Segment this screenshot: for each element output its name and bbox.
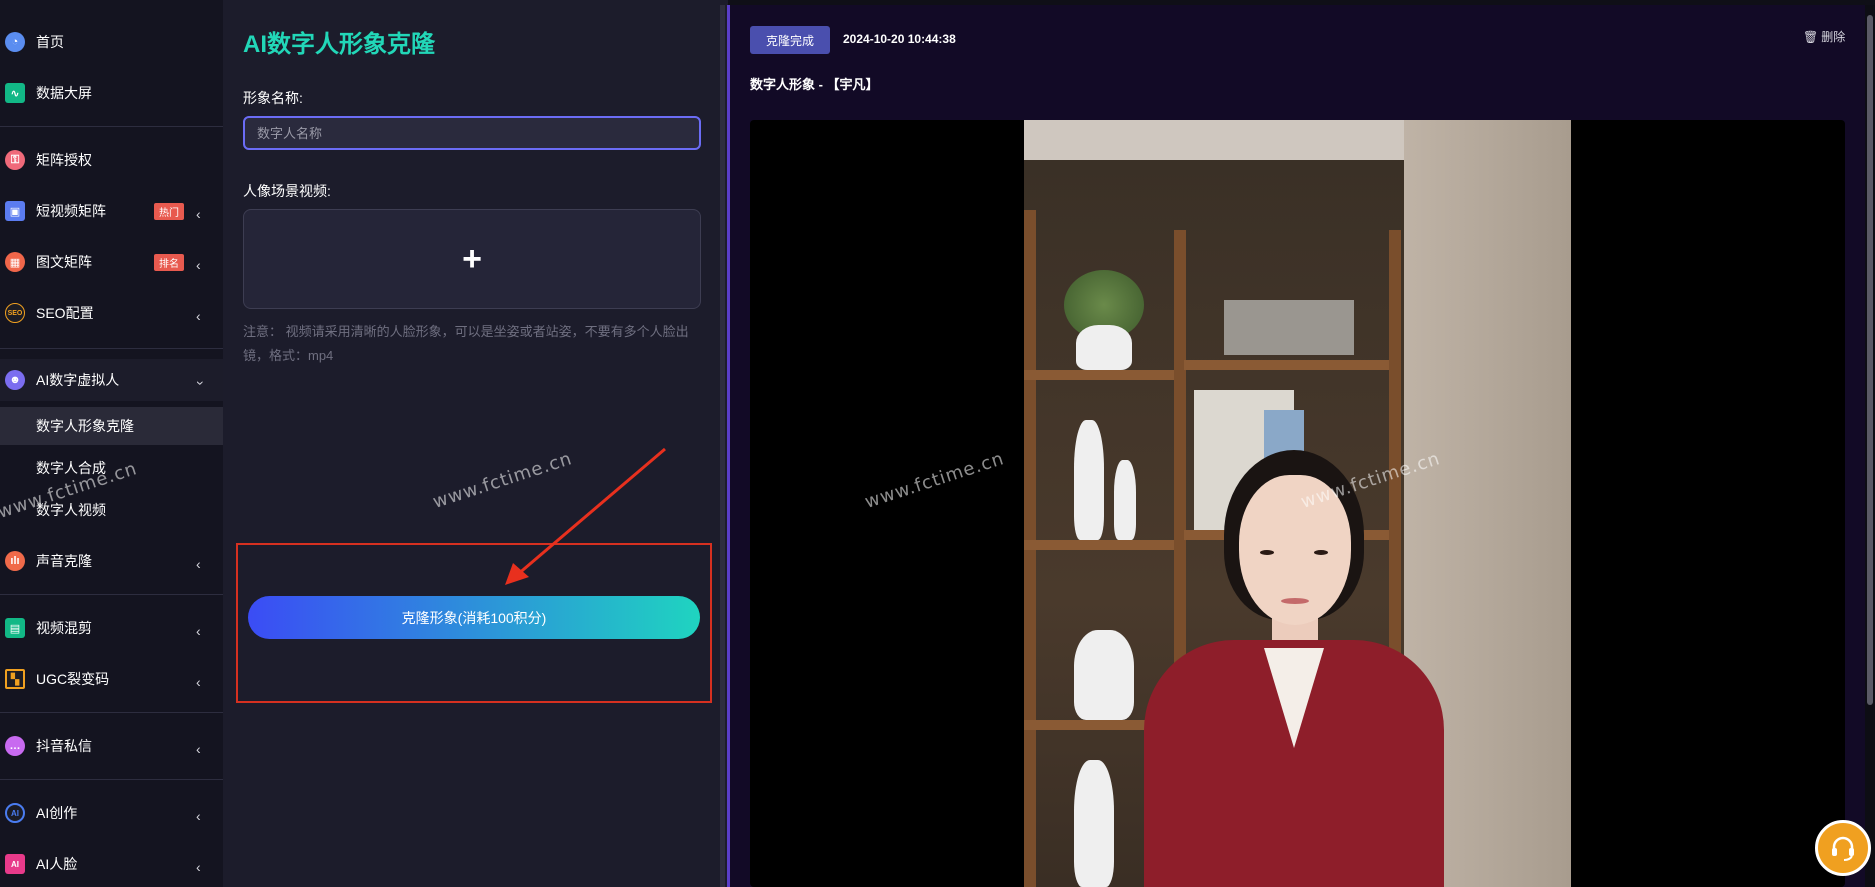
ai-face-icon: AI (5, 854, 25, 874)
sidebar-divider (0, 779, 223, 780)
sidebar-item-label: AI创作 (36, 805, 78, 821)
sidebar-item-label: AI人脸 (36, 856, 78, 872)
delete-label: 删除 (1821, 30, 1846, 44)
sidebar-subitem-avatar-synthesis[interactable]: 数字人合成 (0, 449, 223, 487)
sidebar-item-label: 短视频矩阵 (36, 203, 106, 219)
sidebar-subitem-label: 数字人形象克隆 (36, 418, 134, 434)
line-chart-icon: ∿ (5, 83, 25, 103)
delete-button[interactable]: 🗑 删除 (1803, 28, 1845, 45)
clone-avatar-button[interactable]: 克隆形象(消耗100积分) (248, 596, 700, 639)
sidebar-item-label: 首页 (36, 34, 64, 50)
sidebar-subitem-avatar-clone[interactable]: 数字人形象克隆 (0, 407, 223, 445)
headset-icon (1832, 836, 1854, 861)
sidebar-item-label: AI数字虚拟人 (36, 372, 120, 388)
sidebar-item-ai-face[interactable]: AI AI人脸 ‹ (0, 843, 223, 885)
upload-note: 注意： 视频请采用清晰的人脸形象，可以是坐姿或者站姿，不要有多个人脸出镜，格式：… (243, 324, 689, 363)
sidebar-item-label: 数据大屏 (36, 85, 92, 101)
sidebar-item-video-mix[interactable]: ▤ 视频混剪 ‹ (0, 607, 223, 649)
status-button[interactable]: 克隆完成 (750, 26, 830, 54)
page-scrollbar[interactable] (1865, 5, 1875, 887)
message-icon: … (5, 736, 25, 756)
sidebar-divider (0, 594, 223, 595)
scrollbar-thumb[interactable] (1867, 15, 1873, 705)
sidebar-subitem-label: 数字人视频 (36, 502, 106, 518)
sidebar-item-data-screen[interactable]: ∿ 数据大屏 (0, 72, 223, 114)
sidebar-item-label: UGC裂变码 (36, 671, 110, 687)
plus-icon: + (462, 239, 482, 278)
video-upload-box[interactable]: + (243, 209, 701, 309)
clone-timestamp: 2024-10-20 10:44:38 (843, 32, 956, 46)
qr-code-icon: ▚ (5, 669, 25, 689)
sidebar-item-ugc-code[interactable]: ▚ UGC裂变码 ‹ (0, 658, 223, 700)
avatar-users-icon: ☻ (5, 370, 25, 390)
image-text-icon: ▦ (5, 252, 25, 272)
chevron-left-icon: ‹ (196, 674, 201, 690)
chevron-left-icon: ‹ (196, 556, 201, 572)
chevron-left-icon: ‹ (196, 308, 201, 324)
form-scrollbar[interactable] (720, 5, 725, 887)
clapper-icon: ▤ (5, 618, 25, 638)
ai-create-icon: AI (5, 803, 25, 823)
trash-icon: 🗑 (1803, 29, 1819, 44)
sidebar-item-douyin-message[interactable]: … 抖音私信 ‹ (0, 725, 223, 767)
chevron-left-icon: ‹ (196, 257, 201, 273)
avatar-title: 数字人形象 - 【宇凡】 (750, 77, 879, 92)
seo-icon: SEO (5, 303, 25, 323)
sidebar: ◔ 首页 ∿ 数据大屏 ⚿ 矩阵授权 ▣ 短视频矩阵 热门 ‹ ▦ 图文矩阵 排… (0, 0, 223, 887)
chevron-down-icon: ‹ (190, 380, 207, 386)
sidebar-item-short-video-matrix[interactable]: ▣ 短视频矩阵 热门 ‹ (0, 190, 223, 232)
sidebar-item-label: 声音克隆 (36, 553, 92, 569)
avatar-video-player[interactable] (750, 120, 1845, 887)
chevron-left-icon: ‹ (196, 623, 201, 639)
sidebar-divider (0, 348, 223, 349)
authorize-icon: ⚿ (5, 150, 25, 170)
chevron-left-icon: ‹ (196, 206, 201, 222)
sidebar-item-ai-virtual-human[interactable]: ☻ AI数字虚拟人 ‹ (0, 359, 223, 401)
sidebar-subitem-label: 数字人合成 (36, 460, 106, 476)
sidebar-item-home[interactable]: ◔ 首页 (0, 21, 223, 63)
sidebar-subitem-avatar-video[interactable]: 数字人视频 (0, 491, 223, 529)
sidebar-item-voice-clone[interactable]: ılı 声音克隆 ‹ (0, 540, 223, 582)
sidebar-divider (0, 126, 223, 127)
sidebar-item-label: SEO配置 (36, 305, 94, 321)
hot-badge: 热门 (154, 202, 184, 220)
sidebar-divider (0, 712, 223, 713)
rank-badge: 排名 (154, 253, 184, 271)
video-matrix-icon: ▣ (5, 201, 25, 221)
customer-support-button[interactable] (1815, 820, 1871, 876)
sidebar-item-label: 图文矩阵 (36, 254, 92, 270)
avatar-name-input[interactable] (243, 116, 701, 150)
sidebar-item-ai-create[interactable]: AI AI创作 ‹ (0, 792, 223, 834)
name-field-label: 形象名称: (243, 90, 303, 106)
avatar-video-still (1024, 120, 1571, 887)
page-title: AI数字人形象克隆 (243, 31, 435, 58)
chevron-left-icon: ‹ (196, 741, 201, 757)
chevron-left-icon: ‹ (196, 808, 201, 824)
sidebar-item-label: 矩阵授权 (36, 152, 92, 168)
sidebar-item-seo-config[interactable]: SEO SEO配置 ‹ (0, 292, 223, 334)
sound-wave-icon: ılı (5, 551, 25, 571)
sidebar-item-image-text-matrix[interactable]: ▦ 图文矩阵 排名 ‹ (0, 241, 223, 283)
sidebar-item-label: 抖音私信 (36, 738, 92, 754)
chevron-left-icon: ‹ (196, 859, 201, 875)
pie-chart-icon: ◔ (5, 32, 25, 52)
sidebar-item-matrix-auth[interactable]: ⚿ 矩阵授权 (0, 139, 223, 181)
sidebar-item-label: 视频混剪 (36, 620, 92, 636)
video-field-label: 人像场景视频: (243, 183, 331, 199)
